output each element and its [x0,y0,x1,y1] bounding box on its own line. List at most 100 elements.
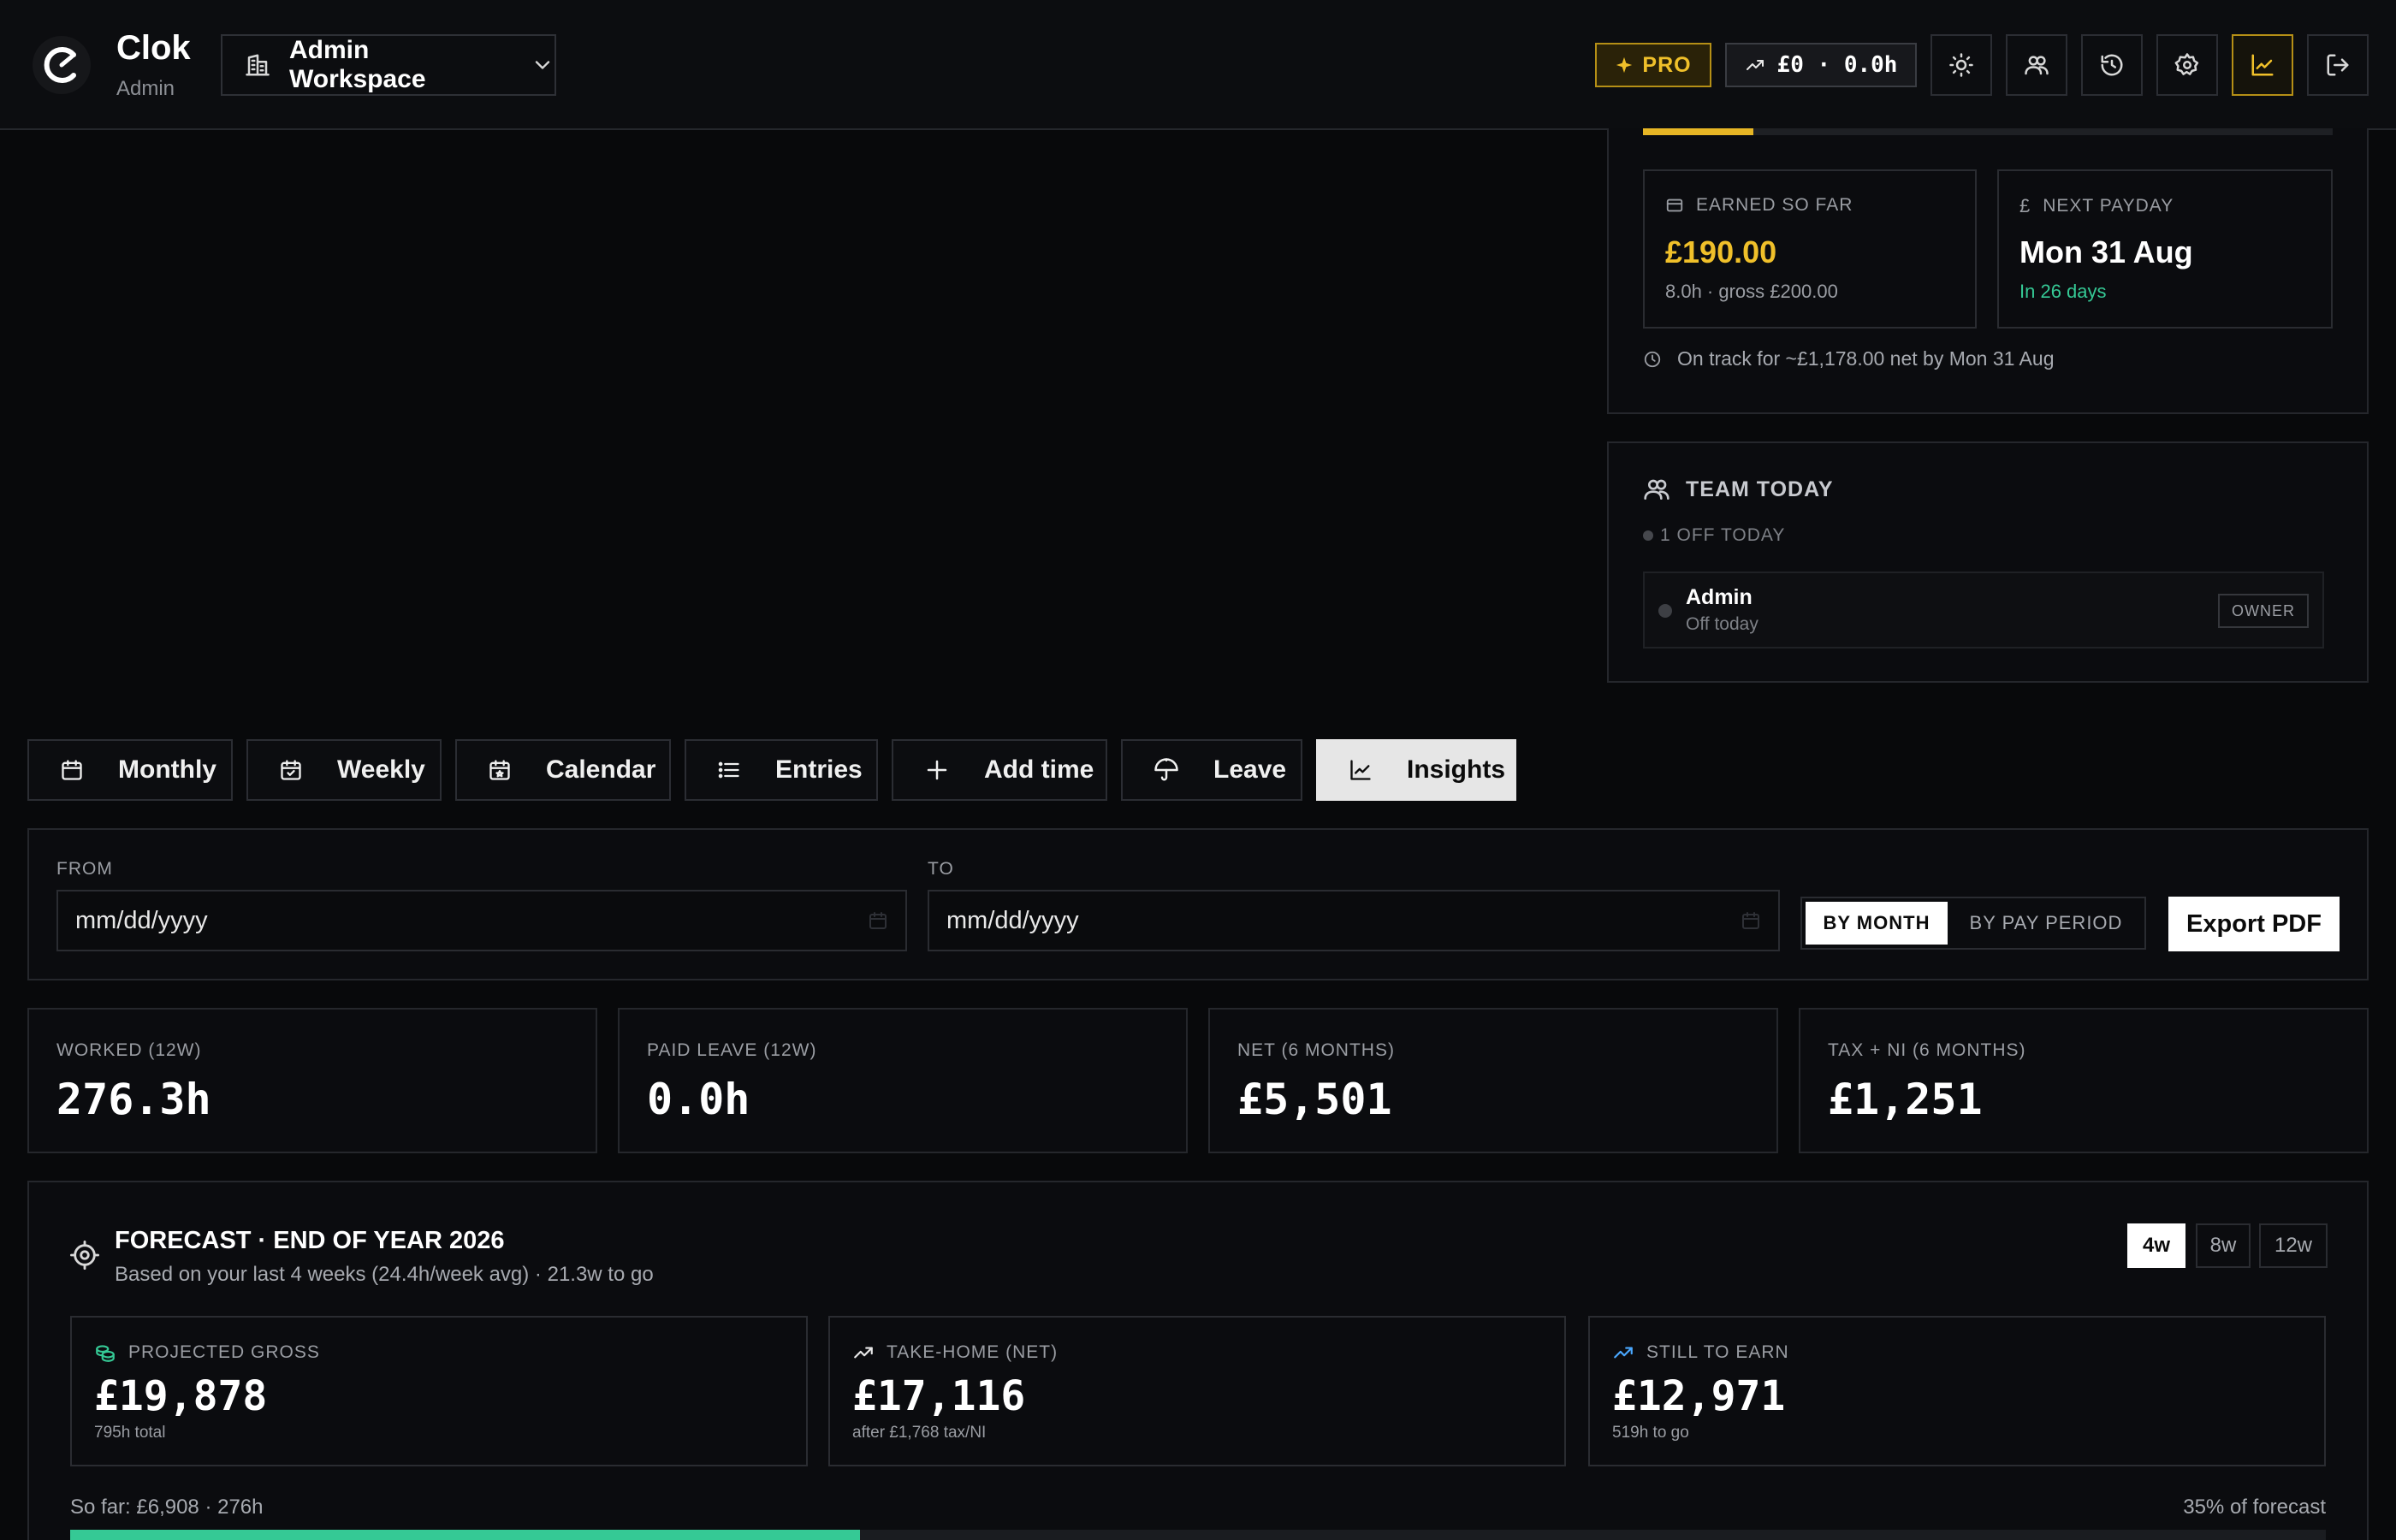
team-today-title: TEAM TODAY [1643,476,1834,503]
app-role: Admin [116,77,175,100]
calendar-check-icon [279,758,303,782]
tab-entries[interactable]: Entries [685,739,878,801]
theme-toggle-button[interactable] [1930,34,1992,96]
to-label: TO [928,859,954,879]
tab-calendar[interactable]: Calendar [455,739,671,801]
grouping-toggle: BY MONTH BY PAY PERIOD [1800,897,2146,950]
pay-period-progress [1643,128,2333,135]
calendar-icon[interactable] [1741,910,1761,931]
off-today-count: 1 OFF TODAY [1643,525,1785,546]
logout-icon [2325,52,2351,78]
team-icon [2024,52,2049,78]
history-icon [2099,52,2125,78]
on-track-text: On track for ~£1,178.00 net by Mon 31 Au… [1677,347,2055,370]
card-sub: 795h total [94,1424,166,1442]
by-month-option[interactable]: BY MONTH [1806,902,1948,945]
earnings-pill-text: £0 · 0.0h [1776,52,1898,78]
status-dot [1643,530,1653,541]
chevron-down-icon [531,53,555,77]
window-4w-button[interactable]: 4w [2127,1223,2185,1268]
tab-monthly[interactable]: Monthly [27,739,233,801]
team-title-text: TEAM TODAY [1686,477,1834,501]
tab-label: Monthly [118,755,216,784]
gear-icon [2174,52,2200,78]
stat-card: PAID LEAVE (12W) 0.0h [618,1008,1188,1153]
by-pay-period-option[interactable]: BY PAY PERIOD [1951,902,2141,945]
team-button[interactable] [2006,34,2067,96]
off-today-text: 1 OFF TODAY [1660,525,1786,545]
plus-icon [924,757,950,783]
tab-leave[interactable]: Leave [1121,739,1302,801]
settings-button[interactable] [2156,34,2218,96]
pro-label: PRO [1642,52,1692,77]
pro-badge[interactable]: PRO [1595,43,1711,87]
projected-gross-card: PROJECTED GROSS £19,878 795h total [70,1316,808,1466]
stat-card: WORKED (12W) 276.3h [27,1008,597,1153]
card-label: STILL TO EARN [1646,1342,1789,1362]
stat-value: £1,251 [1828,1075,1983,1124]
stat-label: NET (6 MONTHS) [1237,1040,1395,1060]
earned-value: £190.00 [1665,234,1777,270]
app-title: Clok [116,29,191,67]
on-track-note: On track for ~£1,178.00 net by Mon 31 Au… [1643,347,2054,370]
logout-button[interactable] [2307,34,2369,96]
forecast-percent: 35% of forecast [2183,1496,2326,1519]
sun-icon [1948,52,1974,78]
forecast-progress-bar [70,1530,2326,1540]
pound-icon: £ [2019,195,2031,216]
trend-up-icon [1745,55,1765,75]
stat-value: 0.0h [647,1075,750,1124]
clok-logo [31,34,92,96]
insights-header-button[interactable] [2232,34,2293,96]
role-badge: OWNER [2218,594,2309,628]
stat-value: 276.3h [56,1075,211,1124]
so-far-text: So far: £6,908 · 276h [70,1496,264,1519]
tab-insights[interactable]: Insights [1316,739,1516,801]
window-12w-button[interactable]: 12w [2259,1223,2328,1268]
calendar-icon[interactable] [868,910,888,931]
tab-weekly[interactable]: Weekly [246,739,442,801]
tab-label: Add time [984,755,1094,784]
window-8w-button[interactable]: 8w [2196,1223,2251,1268]
target-icon [70,1241,99,1270]
earnings-pill[interactable]: £0 · 0.0h [1725,43,1917,87]
tab-label: Leave [1213,755,1287,784]
building-icon [245,52,270,78]
workspace-selector[interactable]: Admin Workspace [221,34,556,96]
from-date-value: mm/dd/yyyy [75,906,208,934]
member-name: Admin [1686,585,1753,609]
card-sub: 519h to go [1612,1424,1689,1442]
from-label: FROM [56,859,113,879]
tab-label: Insights [1407,755,1506,784]
sparkle-icon [1615,56,1634,74]
card-value: £19,878 [94,1372,268,1420]
member-status: Off today [1686,614,1758,634]
history-button[interactable] [2081,34,2143,96]
earned-label: EARNED SO FAR [1696,195,1853,215]
trend-up-icon [852,1342,875,1364]
team-member-row[interactable]: Admin Off today OWNER [1643,572,2324,649]
payday-value: Mon 31 Aug [2019,234,2193,270]
trend-up-icon [1612,1342,1634,1364]
stat-label: WORKED (12W) [56,1040,202,1060]
still-to-earn-card: STILL TO EARN £12,971 519h to go [1588,1316,2326,1466]
stat-card: NET (6 MONTHS) £5,501 [1208,1008,1778,1153]
card-value: £17,116 [852,1372,1026,1420]
coins-icon [94,1342,116,1364]
tab-label: Calendar [546,755,656,784]
list-icon [717,758,741,782]
presence-dot [1658,604,1672,618]
from-date-input[interactable]: mm/dd/yyyy [56,890,907,951]
clock-icon [1643,350,1662,369]
payday-label: NEXT PAYDAY [2043,196,2174,216]
workspace-name: Admin Workspace [289,36,426,93]
export-pdf-button[interactable]: Export PDF [2168,897,2340,951]
card-sub: after £1,768 tax/NI [852,1424,987,1442]
card-value: £12,971 [1612,1372,1786,1420]
stat-card: TAX + NI (6 MONTHS) £1,251 [1799,1008,2369,1153]
to-date-value: mm/dd/yyyy [946,906,1079,934]
umbrella-icon [1154,757,1179,783]
to-date-input[interactable]: mm/dd/yyyy [928,890,1780,951]
tab-add-time[interactable]: Add time [892,739,1107,801]
stat-label: TAX + NI (6 MONTHS) [1828,1040,2026,1060]
